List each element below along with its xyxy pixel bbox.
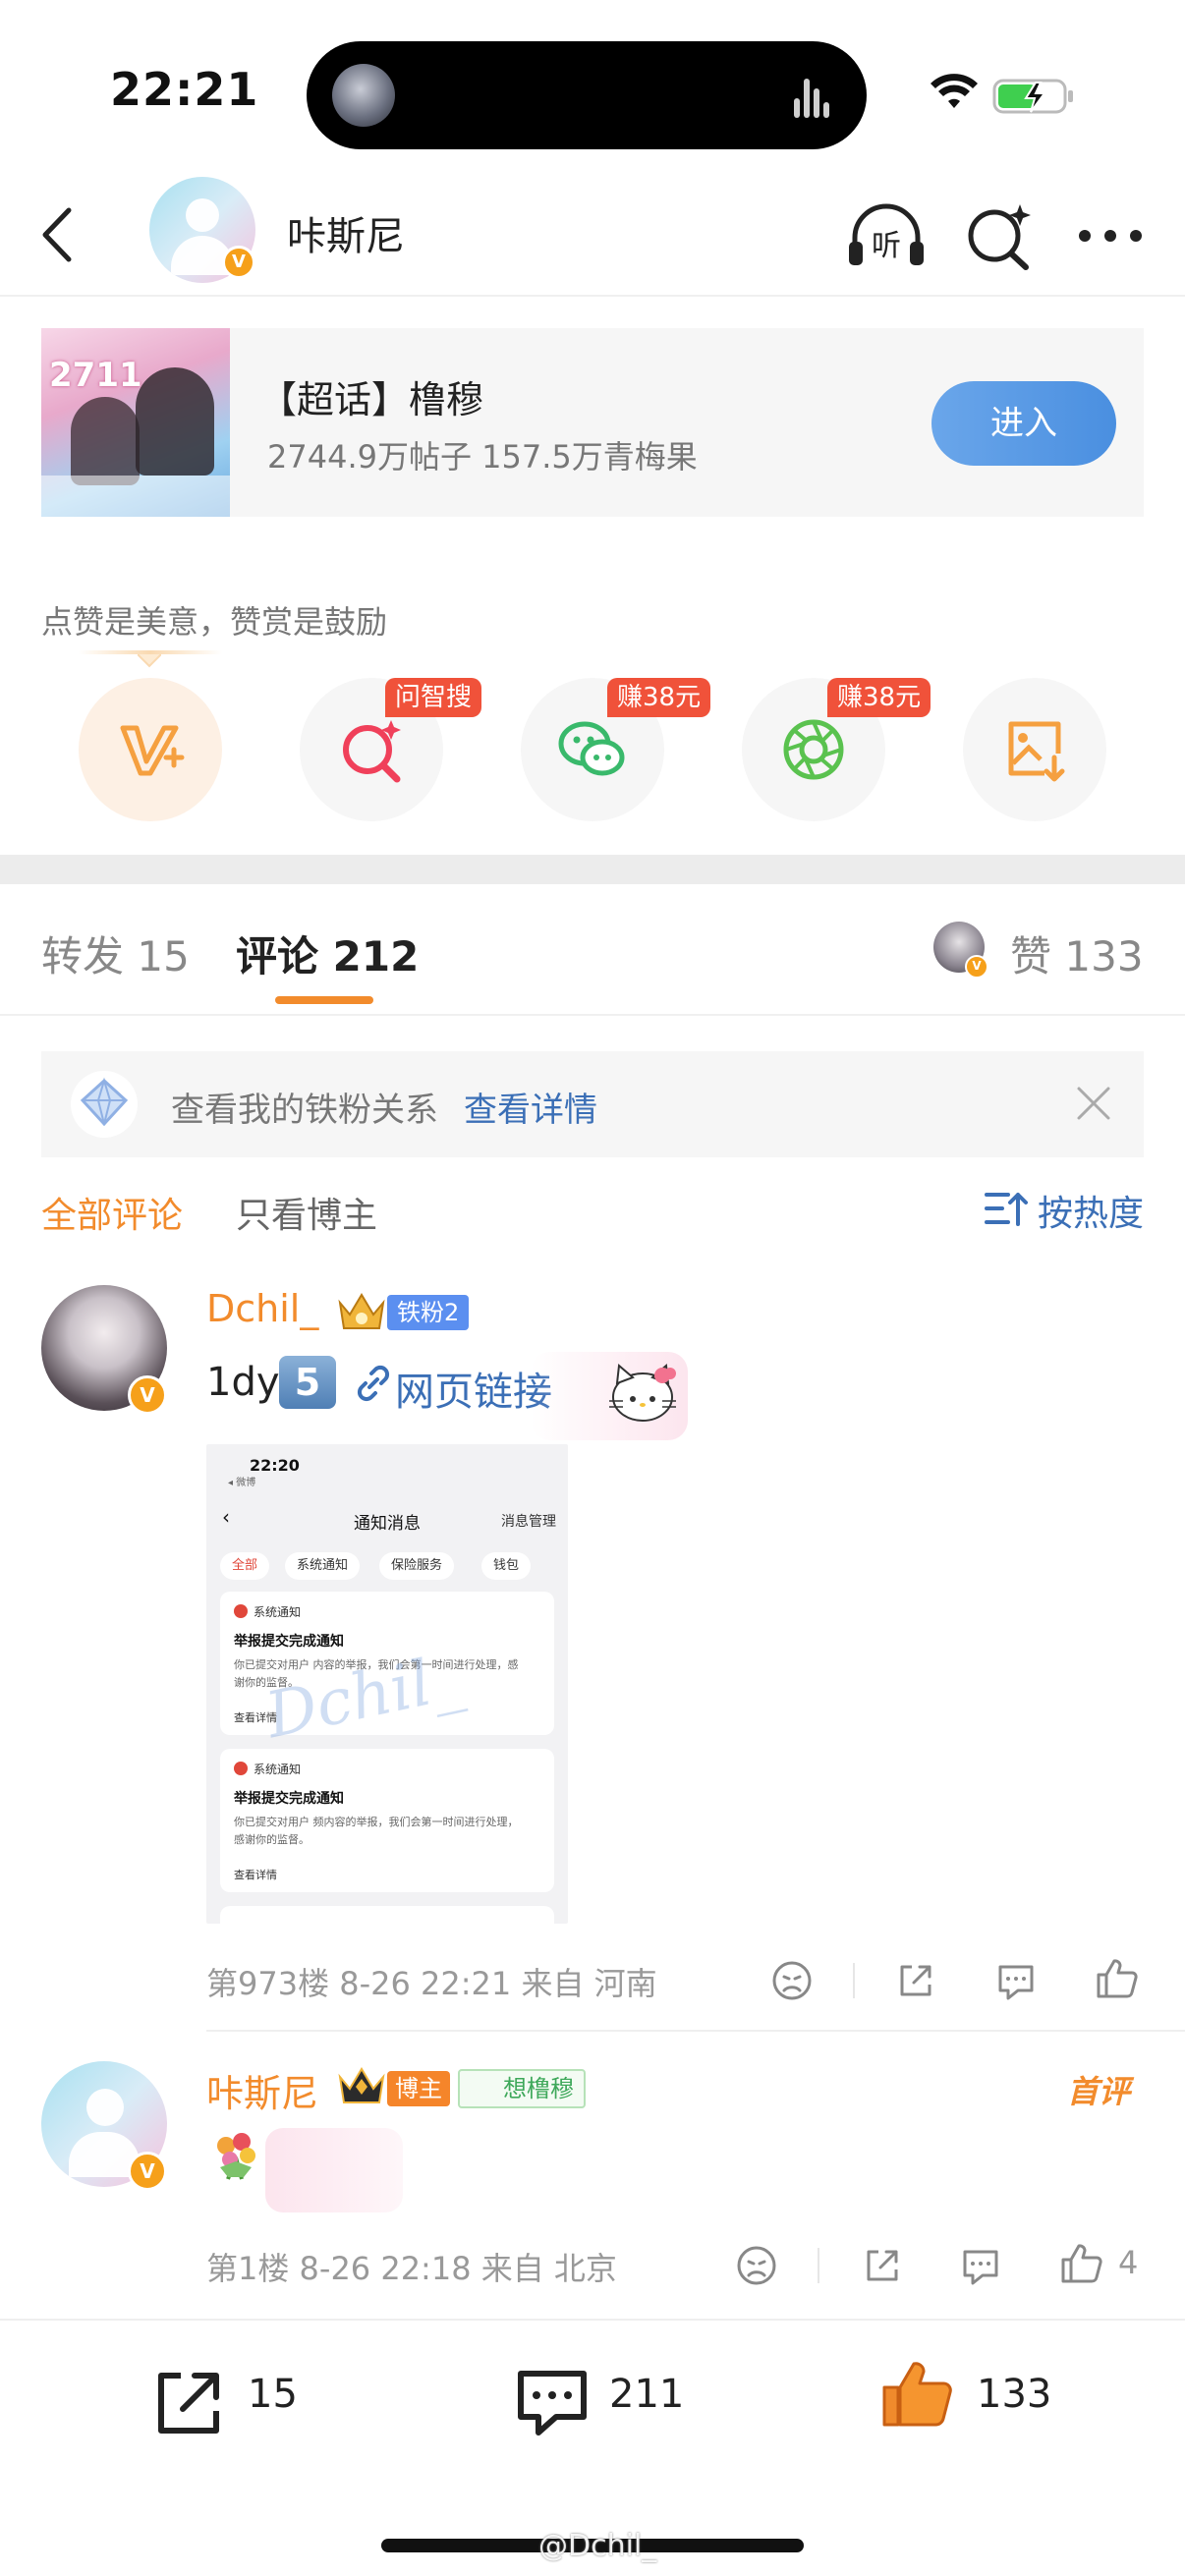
repost-count[interactable]: 15 xyxy=(248,2372,298,2417)
bouquet-emoji-icon xyxy=(217,2133,255,2180)
share-icon[interactable] xyxy=(861,2244,904,2287)
enter-super-topic-button[interactable]: 进入 xyxy=(931,381,1116,466)
reply-icon[interactable] xyxy=(994,1959,1038,2002)
commenter-verified-icon: V xyxy=(128,1375,167,1415)
wechat-icon xyxy=(558,721,625,776)
back-arrow-icon[interactable] xyxy=(29,200,88,269)
reward-pointer xyxy=(138,654,161,668)
ai-search-share-icon xyxy=(343,720,401,783)
iron-fan-banner: 查看我的铁粉关系 查看详情 xyxy=(41,1051,1144,1157)
iron-fan-details-link[interactable]: 查看详情 xyxy=(464,1083,597,1131)
sort-icon[interactable] xyxy=(985,1189,1028,1228)
super-topic-name: 【超话】橹穆 xyxy=(259,378,484,421)
author-name[interactable]: 咔斯尼 xyxy=(287,204,405,261)
keycap-five-emoji: 5 xyxy=(279,1356,336,1409)
share-icon[interactable] xyxy=(894,1959,937,2002)
link-icon[interactable] xyxy=(354,1364,393,1403)
blogger-verified-icon: V xyxy=(128,2152,167,2191)
reward-prompt: 点赞是美意，赞赏是鼓励 xyxy=(41,603,388,641)
blogger-crown-icon xyxy=(338,2067,385,2103)
first-comment-label: 首评 xyxy=(1067,2073,1131,2110)
comment-count[interactable]: 211 xyxy=(609,2372,684,2417)
liked-thumb-icon[interactable] xyxy=(880,2358,955,2429)
vplus-reward-button[interactable] xyxy=(79,678,222,821)
now-playing-artwork xyxy=(332,64,395,127)
active-tab-indicator xyxy=(275,996,373,1004)
more-options-icon[interactable] xyxy=(1075,216,1146,255)
post-header: V 咔斯尼 听 xyxy=(0,177,1185,297)
moments-reward-tag: 赚38元 xyxy=(827,678,931,717)
audio-waveform-icon xyxy=(794,73,829,118)
comment-text-prefix: 1dy xyxy=(206,1360,280,1405)
wechat-reward-tag: 赚38元 xyxy=(607,678,711,717)
bottom-bar-divider xyxy=(0,2319,1185,2321)
blogger-badge: 博主 xyxy=(387,2071,450,2106)
comment-sticker xyxy=(265,2128,403,2212)
save-image-icon xyxy=(1008,721,1065,782)
wifi-icon xyxy=(931,74,978,108)
iron-fan-diamond-icon xyxy=(71,1071,138,1138)
filter-all-comments[interactable]: 全部评论 xyxy=(41,1187,183,1238)
reply-icon[interactable] xyxy=(959,2244,1002,2287)
comment-like-count: 4 xyxy=(1118,2244,1139,2281)
blogger-name[interactable]: 咔斯尼 xyxy=(206,2063,318,2117)
web-link[interactable]: 网页链接 xyxy=(395,1360,552,1417)
topic-fan-badge: 想橹穆 xyxy=(458,2069,586,2108)
close-icon[interactable] xyxy=(1071,1081,1116,1126)
tabs-divider xyxy=(0,1014,1185,1016)
status-time: 22:21 xyxy=(110,63,259,116)
ai-search-icon[interactable] xyxy=(963,198,1038,273)
super-topic-stats: 2744.9万帖子 157.5万青梅果 xyxy=(267,438,698,476)
save-image-button[interactable] xyxy=(963,678,1106,821)
moments-icon xyxy=(783,719,844,780)
comment-meta: 第1楼 8-26 22:18 来自 北京 xyxy=(206,2250,617,2287)
verified-badge-icon: V xyxy=(222,246,255,279)
iron-fan-text: 查看我的铁粉关系 xyxy=(171,1091,438,1130)
comment-divider xyxy=(206,2030,1185,2032)
commenter-name[interactable]: Dchil_ xyxy=(206,1287,318,1330)
iron-fan-level-badge: 铁粉2 xyxy=(387,1295,470,1330)
iron-fan-crown-icon xyxy=(338,1293,385,1329)
tab-reposts[interactable]: 转发 15 xyxy=(41,924,190,983)
super-topic-cover: 2711 xyxy=(41,328,230,517)
repost-icon[interactable] xyxy=(151,2366,226,2436)
hello-kitty-sticker-icon xyxy=(609,1364,676,1422)
status-bar: 22:21 xyxy=(0,0,1185,177)
dislike-face-icon[interactable] xyxy=(770,1959,814,2002)
battery-charging-icon xyxy=(992,79,1073,114)
listen-headphones-icon[interactable]: 听 xyxy=(845,200,928,271)
dynamic-island xyxy=(307,41,867,149)
comment-icon[interactable] xyxy=(515,2366,590,2436)
filter-blogger-only[interactable]: 只看博主 xyxy=(236,1187,377,1238)
sort-by-popularity[interactable]: 按热度 xyxy=(1038,1185,1144,1236)
section-separator xyxy=(0,855,1185,884)
like-count[interactable]: 133 xyxy=(977,2372,1051,2417)
vplus-icon xyxy=(120,725,185,776)
svg-text:听: 听 xyxy=(872,229,901,263)
like-thumb-icon[interactable] xyxy=(1059,2242,1102,2285)
tab-comments[interactable]: 评论 212 xyxy=(236,924,419,983)
dislike-face-icon[interactable] xyxy=(735,2244,778,2287)
comment-meta: 第973楼 8-26 22:21 来自 河南 xyxy=(206,1965,657,2002)
image-watermark: @Dchil_ xyxy=(538,2529,657,2563)
comment-image[interactable]: 22:20 ◂ 微博 ‹ 通知消息 消息管理 全部 系统通知 保险服务 钱包 系… xyxy=(206,1444,568,1924)
ai-search-tag: 问智搜 xyxy=(385,678,482,717)
super-topic-card[interactable]: 2711 【超话】橹穆 2744.9万帖子 157.5万青梅果 进入 xyxy=(41,328,1144,517)
tab-likes[interactable]: 赞 133 xyxy=(1010,924,1144,983)
liker-verified-icon: V xyxy=(965,955,988,979)
like-thumb-icon[interactable] xyxy=(1095,1957,1138,2000)
